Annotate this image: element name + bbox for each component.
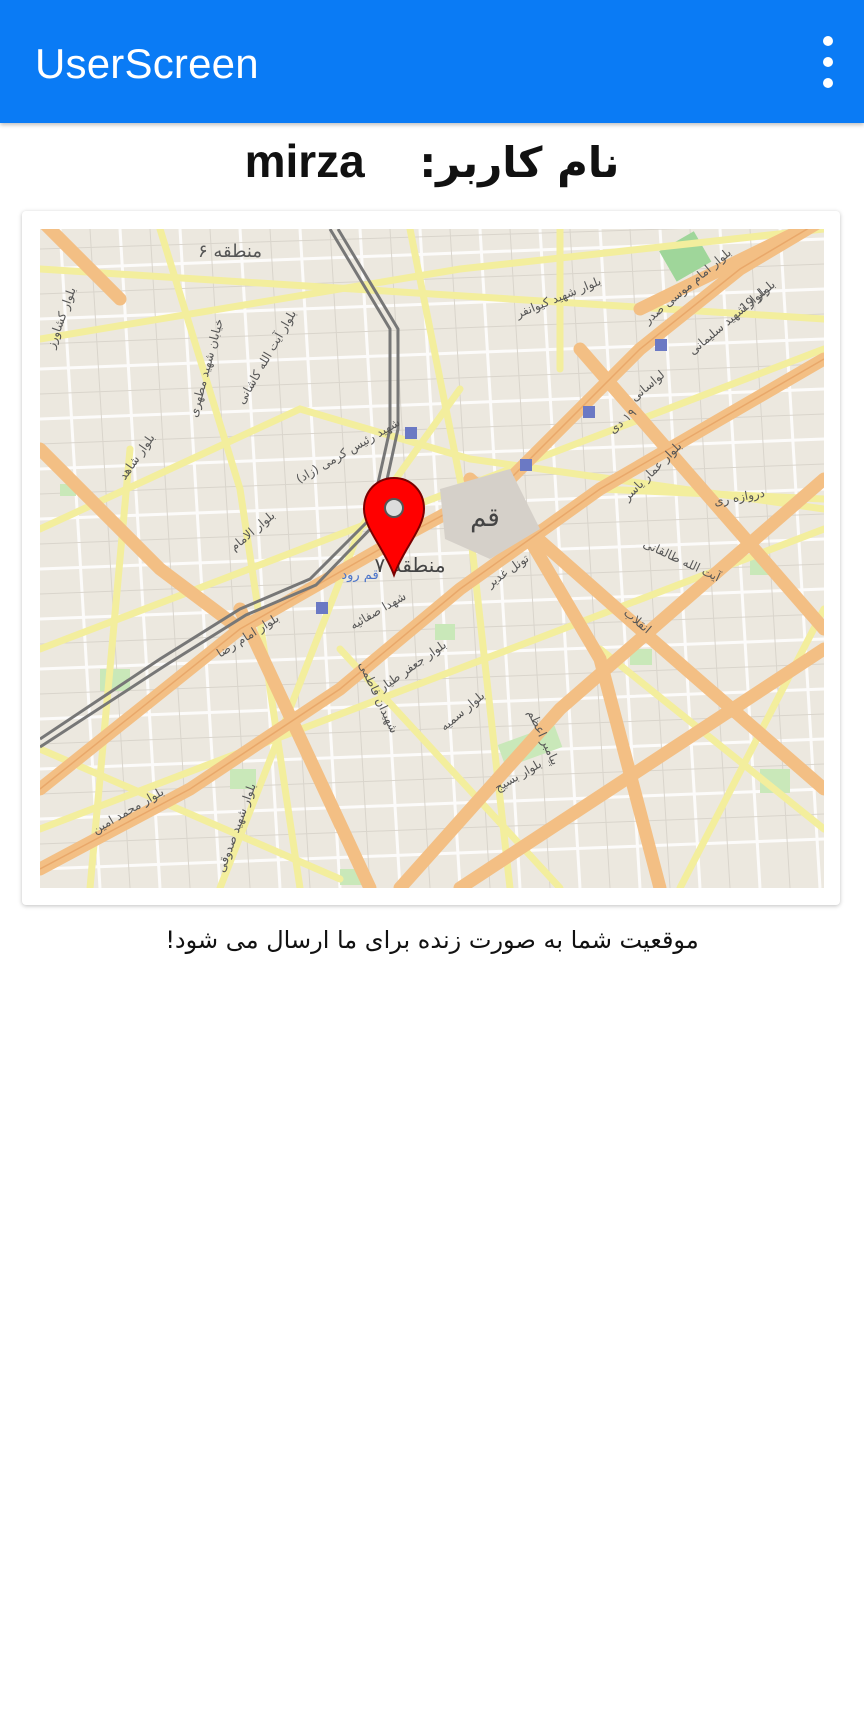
more-vert-icon[interactable] [814, 34, 842, 90]
username-heading: نام کاربر: mirza [0, 131, 864, 191]
svg-text:قم: قم [470, 503, 500, 533]
svg-text:منطقه ۶: منطقه ۶ [198, 241, 262, 262]
svg-text:قم رود: قم رود [341, 568, 378, 583]
live-location-caption: موقعیت شما به صورت زنده برای ما ارسال می… [165, 926, 699, 954]
map-view[interactable]: منطقه ۶ قم منطقه ۷ قم رود بلوار شهید کیو… [40, 229, 824, 888]
app-bar: UserScreen [0, 0, 864, 123]
username-label: نام کاربر: [419, 138, 620, 187]
app-title: UserScreen [35, 40, 259, 87]
username-value: mirza [244, 135, 365, 187]
map-card: منطقه ۶ قم منطقه ۷ قم رود بلوار شهید کیو… [22, 211, 840, 905]
